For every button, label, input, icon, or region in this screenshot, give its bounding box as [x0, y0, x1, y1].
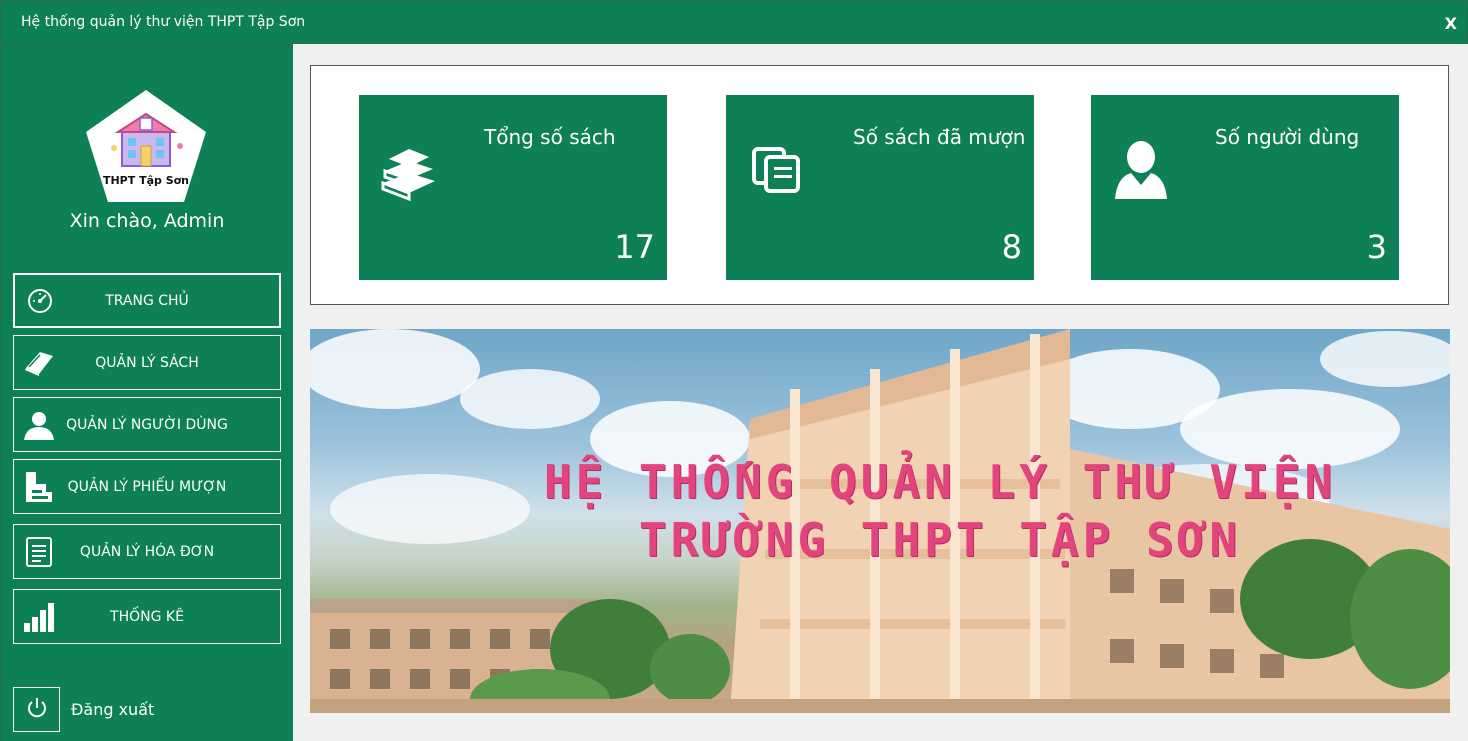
stat-card-users: Số người dùng 3 — [1091, 95, 1399, 280]
nav-quan-ly-hoa-don[interactable]: QUẢN LÝ HÓA ĐƠN — [13, 524, 281, 579]
main-content: Tổng số sách 17 Số sách đã mượn 8 Số ngư… — [293, 44, 1468, 741]
bar-chart-icon — [22, 600, 56, 634]
stat-title: Số người dùng — [1215, 125, 1360, 149]
nav-quan-ly-phieu-muon[interactable]: QUẢN LÝ PHIẾU MƯỢN — [13, 459, 281, 514]
school-logo: THPT Tập Sơn — [84, 88, 208, 206]
window-title: Hệ thống quản lý thư viện THPT Tập Sơn — [21, 14, 306, 30]
school-banner: HỆ THỐNG QUẢN LÝ THƯ VIỆN TRƯỜNG THPT TẬ… — [310, 329, 1450, 713]
user-silhouette-icon — [1113, 139, 1169, 205]
logout-button[interactable] — [13, 687, 60, 732]
close-button[interactable]: X — [1445, 14, 1457, 33]
speedometer-icon — [23, 284, 57, 318]
stat-value: 3 — [1366, 228, 1387, 266]
receipt-icon — [22, 535, 56, 569]
stat-title: Tổng số sách — [484, 125, 616, 149]
stat-card-borrowed-books: Số sách đã mượn 8 — [726, 95, 1034, 280]
books-stack-icon — [379, 143, 439, 207]
form-icon — [22, 470, 56, 504]
stat-title: Số sách đã mượn — [853, 125, 1026, 149]
title-bar: Hệ thống quản lý thư viện THPT Tập Sơn X — [0, 0, 1468, 44]
nav-quan-ly-sach[interactable]: QUẢN LÝ SÁCH — [13, 335, 281, 390]
copy-books-icon — [752, 145, 802, 199]
logout-label[interactable]: Đăng xuất — [71, 700, 154, 719]
stat-value: 8 — [1001, 228, 1022, 266]
nav-thong-ke[interactable]: THỐNG KÊ — [13, 589, 281, 644]
stat-card-total-books: Tổng số sách 17 — [359, 95, 667, 280]
user-icon — [22, 408, 56, 442]
logo-text: THPT Tập Sơn — [103, 174, 189, 187]
banner-title-line1: HỆ THỐNG QUẢN LÝ THƯ VIỆN — [543, 455, 1337, 509]
banner-title-line2: TRƯỜNG THPT TẬP SƠN — [638, 513, 1242, 567]
nav-quan-ly-nguoi-dung[interactable]: QUẢN LÝ NGƯỜI DÙNG — [13, 397, 281, 452]
book-icon — [22, 346, 56, 380]
greeting-text: Xin chào, Admin — [69, 210, 225, 232]
nav-trang-chu[interactable]: TRANG CHỦ — [13, 273, 281, 328]
sidebar: THPT Tập Sơn Xin chào, Admin TRANG CHỦ Q… — [0, 44, 293, 741]
power-icon — [25, 696, 49, 724]
stats-panel: Tổng số sách 17 Số sách đã mượn 8 Số ngư… — [310, 65, 1449, 305]
stat-value: 17 — [614, 228, 655, 266]
